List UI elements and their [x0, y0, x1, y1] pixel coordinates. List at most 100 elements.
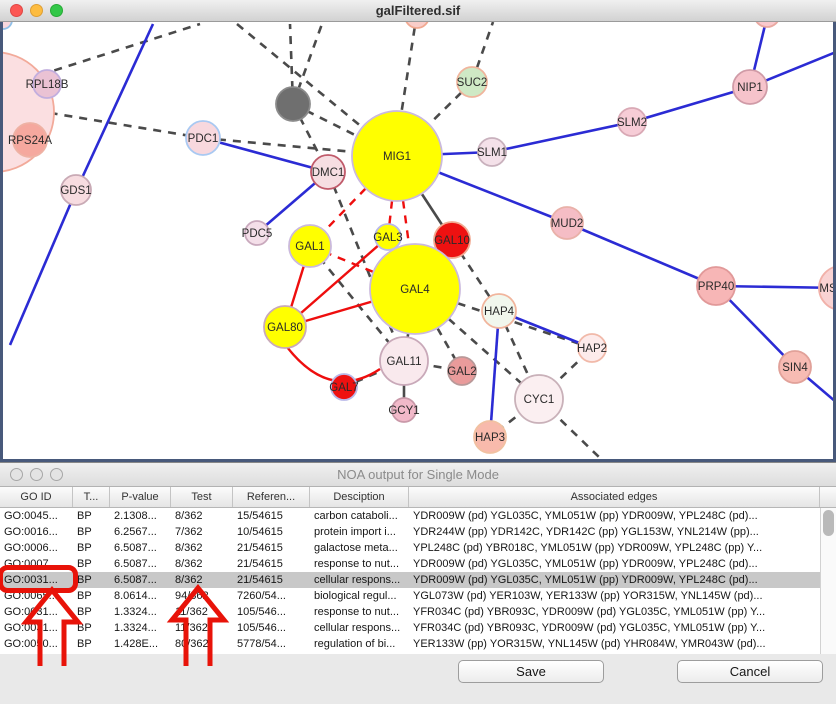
- column-header-desciption[interactable]: Desciption: [310, 487, 409, 507]
- cell: 21/54615: [233, 556, 310, 572]
- cell: BP: [73, 540, 110, 556]
- cell: response to nut...: [310, 556, 409, 572]
- cell: response to nut...: [310, 604, 409, 620]
- table-row[interactable]: GO:0050...BP1.428E...80/3625778/54...reg…: [0, 636, 836, 652]
- network-node-label: GAL11: [387, 356, 422, 368]
- column-header-referen-[interactable]: Referen...: [233, 487, 310, 507]
- cell: BP: [73, 620, 110, 636]
- cell: YDR009W (pd) YGL035C, YML051W (pp) YDR00…: [409, 556, 820, 572]
- cell: YFR034C (pd) YBR093C, YDR009W (pd) YGL03…: [409, 620, 820, 636]
- cell: YGL073W (pd) YER103W, YER133W (pp) YOR31…: [409, 588, 820, 604]
- network-node-label: PRP40: [698, 281, 734, 293]
- network-node-label: GAL3: [373, 232, 402, 244]
- network-node-label: GAL1: [295, 241, 324, 253]
- cell: 2.1308...: [110, 508, 171, 524]
- cell: 94/362: [171, 588, 233, 604]
- scrollbar-thumb[interactable]: [823, 510, 834, 536]
- cell: 8.0614...: [110, 588, 171, 604]
- network-node-label: GAL7: [329, 382, 358, 394]
- network-node-label: SLM2: [617, 117, 647, 129]
- zoom-button[interactable]: [50, 4, 63, 17]
- network-node-label: GDS1: [60, 185, 91, 197]
- cell: 6.5087...: [110, 556, 171, 572]
- table-scrollbar[interactable]: [820, 508, 836, 654]
- network-node-partial-top-right[interactable]: [754, 22, 780, 27]
- network-node-partial-top-mid[interactable]: [405, 22, 429, 28]
- network-node-label: NIP1: [737, 82, 763, 94]
- network-canvas[interactable]: RPL18BRPS24AGDS1PDC1DMC1MIG1SUC2SLM1SLM2…: [0, 22, 836, 462]
- network-edge: [490, 311, 499, 437]
- noa-window-title: NOA output for Single Mode: [337, 467, 499, 482]
- cell: BP: [73, 636, 110, 652]
- cell: BP: [73, 508, 110, 524]
- network-edge: [492, 122, 632, 152]
- network-node-label: MUD2: [551, 218, 584, 230]
- network-graph: RPL18BRPS24AGDS1PDC1DMC1MIG1SUC2SLM1SLM2…: [3, 22, 833, 459]
- table-row[interactable]: GO:0045...BP2.1308...8/36215/54615carbon…: [0, 508, 836, 524]
- cell: BP: [73, 588, 110, 604]
- noa-minimize-button[interactable]: [30, 468, 43, 481]
- noa-zoom-button[interactable]: [50, 468, 63, 481]
- save-button[interactable]: Save: [458, 660, 604, 683]
- table-row[interactable]: GO:0065...BP8.0614...94/3627260/54...bio…: [0, 588, 836, 604]
- cell: GO:0007...: [0, 556, 73, 572]
- cell: 21/54615: [233, 540, 310, 556]
- go-results-table: GO IDT...P-valueTestReferen...Desciption…: [0, 487, 836, 654]
- table-row[interactable]: GO:0006...BP6.5087...8/36221/54615galact…: [0, 540, 836, 556]
- network-edge: [567, 223, 716, 286]
- minimize-button[interactable]: [30, 4, 43, 17]
- cell: YDR244W (pp) YDR142C, YDR142C (pp) YGL15…: [409, 524, 820, 540]
- main-window-title: galFiltered.sif: [376, 3, 461, 18]
- cell: BP: [73, 572, 110, 588]
- cell: BP: [73, 524, 110, 540]
- column-header-go-id[interactable]: GO ID: [0, 487, 73, 507]
- column-header-t-[interactable]: T...: [73, 487, 110, 507]
- noa-close-button[interactable]: [10, 468, 23, 481]
- table-row[interactable]: GO:0031...BP6.5087...8/36221/54615cellul…: [0, 572, 836, 588]
- network-node-label: SUC2: [457, 77, 488, 89]
- network-node-label: GAL80: [267, 322, 303, 334]
- cell: GO:0031...: [0, 572, 73, 588]
- network-node-label: SIN4: [782, 362, 808, 374]
- noa-window: NOA output for Single Mode GO IDT...P-va…: [0, 462, 836, 704]
- network-node-label: GAL2: [447, 366, 476, 378]
- cell: 8/362: [171, 508, 233, 524]
- network-edge: [40, 24, 200, 75]
- cell: GO:0050...: [0, 636, 73, 652]
- cell: GO:0045...: [0, 508, 73, 524]
- network-node-label: HAP3: [475, 432, 505, 444]
- table-row[interactable]: GO:0016...BP6.2567...7/36210/54615protei…: [0, 524, 836, 540]
- network-node-label: GAL10: [434, 235, 470, 247]
- cell: 6.5087...: [110, 572, 171, 588]
- column-header-associated-edges[interactable]: Associated edges: [409, 487, 820, 507]
- main-window-titlebar: galFiltered.sif: [0, 0, 836, 22]
- network-node-label: RPS24A: [8, 135, 52, 147]
- table-row[interactable]: GO:0031...BP1.3324...11/362105/546...res…: [0, 604, 836, 620]
- cell: 15/54615: [233, 508, 310, 524]
- cell: 7/362: [171, 524, 233, 540]
- cell: 6.5087...: [110, 540, 171, 556]
- network-node-label: PDC1: [188, 133, 219, 145]
- cell: biological regul...: [310, 588, 409, 604]
- cell: 5778/54...: [233, 636, 310, 652]
- cell: YDR009W (pd) YGL035C, YML051W (pp) YDR00…: [409, 572, 820, 588]
- network-node-label: GAL4: [400, 284, 430, 296]
- network-node-label: SLM1: [477, 147, 507, 159]
- noa-window-titlebar: NOA output for Single Mode: [0, 463, 836, 487]
- cell: GO:0031...: [0, 620, 73, 636]
- cell: 11/362: [171, 604, 233, 620]
- close-button[interactable]: [10, 4, 23, 17]
- table-row[interactable]: GO:0031...BP1.3324...11/362105/546...cel…: [0, 620, 836, 636]
- network-node-label: PDC5: [242, 228, 273, 240]
- network-node-unlabeled-gray[interactable]: [276, 87, 310, 121]
- column-header-test[interactable]: Test: [171, 487, 233, 507]
- cell: YER133W (pp) YOR315W, YNL145W (pd) YHR08…: [409, 636, 820, 652]
- network-node-partial-top-left[interactable]: [3, 22, 12, 29]
- cell: 1.3324...: [110, 620, 171, 636]
- table-row[interactable]: GO:0007...BP6.5087...8/36221/54615respon…: [0, 556, 836, 572]
- cancel-button[interactable]: Cancel: [677, 660, 823, 683]
- cell: cellular respons...: [310, 620, 409, 636]
- column-header-p-value[interactable]: P-value: [110, 487, 171, 507]
- network-node-label: MS: [819, 283, 833, 295]
- cell: BP: [73, 604, 110, 620]
